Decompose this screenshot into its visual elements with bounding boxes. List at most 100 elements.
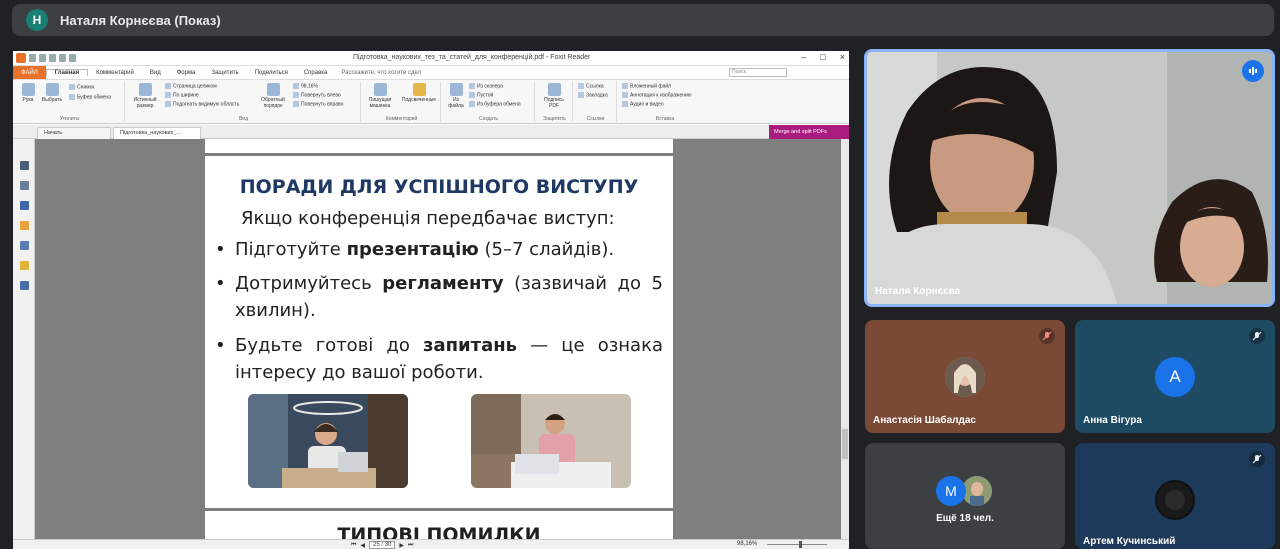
bookmark-button[interactable]: Закладка <box>578 92 608 98</box>
menu-comment[interactable]: Комментарий <box>88 70 142 76</box>
save-icon[interactable] <box>39 54 46 62</box>
security-icon[interactable] <box>20 261 29 270</box>
zoom-select[interactable]: 98,16% <box>293 83 318 89</box>
presenter-photo <box>248 394 408 488</box>
zoom-slider[interactable] <box>767 544 827 545</box>
cursor-icon <box>45 83 59 96</box>
scroll-thumb[interactable] <box>842 429 848 459</box>
tools-group: Рука Выбрать Снимок Буфер обмена Утилиты <box>15 82 125 122</box>
file-tab[interactable]: ФАЙЛ <box>13 66 46 79</box>
tell-me-box[interactable]: Расскажите, что хотите сдел <box>341 70 421 76</box>
actual-size-icon <box>138 83 152 96</box>
participant-name: Анна Вігура <box>1083 415 1142 426</box>
bullet-questions: • Будьте готові до запитань — це ознака … <box>215 335 663 383</box>
next-page-icon[interactable]: ▶ <box>399 542 404 549</box>
muted-mic-icon <box>1039 328 1055 344</box>
more-participants-tile[interactable]: М Ещё 18 чел. <box>865 443 1065 549</box>
menu-protect[interactable]: Защитить <box>203 70 246 76</box>
active-speaker-tile[interactable]: Наталя Корнєєва <box>864 49 1275 307</box>
pdf-page: ПОРАДИ ДЛЯ УСПІШНОГО ВИСТУПУ Якщо конфер… <box>205 156 673 508</box>
menu-form[interactable]: Форма <box>169 70 204 76</box>
participant-name: Артем Кучинський <box>1083 536 1176 547</box>
rotate-left-button[interactable]: Повернуть влево <box>293 92 341 98</box>
last-page-icon[interactable]: ⏭ <box>408 542 413 549</box>
zoom-slider-thumb[interactable] <box>799 541 802 548</box>
shared-screen: Підготовка_наукових_тез_та_статей_для_ко… <box>13 51 849 549</box>
menu-share[interactable]: Поделиться <box>247 70 296 76</box>
bullet-time-limit: • Дотримуйтесь регламенту (зазвичай до 5… <box>215 273 663 321</box>
merge-split-button[interactable]: Merge and split PDFs <box>769 125 849 139</box>
next-pdf-page: ТИПОВІ ПОМИЛКИ <box>205 511 673 539</box>
typewriter-icon <box>373 83 387 96</box>
snapshot-button[interactable]: Снимок <box>69 84 95 90</box>
page-thumbnail-icon[interactable] <box>20 161 29 170</box>
image-annotation-button[interactable]: Аннотация к изображению <box>622 92 692 98</box>
first-page-icon[interactable]: ⏮ <box>351 542 356 549</box>
maximize-icon[interactable]: □ <box>820 52 825 62</box>
redo-icon[interactable] <box>69 54 76 62</box>
hand-button[interactable]: Рука <box>17 82 39 103</box>
search-input[interactable]: Поиск <box>729 68 787 77</box>
menu-home[interactable]: Главная <box>45 69 89 76</box>
minimize-icon[interactable]: – <box>801 52 806 62</box>
attachment-icon[interactable] <box>20 241 29 250</box>
rotate-right-button[interactable]: Повернуть вправо <box>293 101 343 107</box>
reflow-button[interactable]: Обратный порядок <box>259 82 287 109</box>
fit-width-button[interactable]: По ширине <box>165 92 199 98</box>
sign-pdf-button[interactable]: Подпись PDF <box>543 82 565 109</box>
typewriter-button[interactable]: Пишущая машинка <box>365 82 395 109</box>
protect-group: Подпись PDF Защитить <box>537 82 573 122</box>
participant-tile-anastasia[interactable]: Анастасія Шабалдас <box>865 320 1065 433</box>
participant-name: Анастасія Шабалдас <box>873 415 976 426</box>
document-viewer[interactable]: ПОРАДИ ДЛЯ УСПІШНОГО ВИСТУПУ Якщо конфер… <box>35 139 841 539</box>
fit-page-button[interactable]: Страница целиком <box>165 83 217 89</box>
close-icon[interactable]: × <box>840 52 845 62</box>
view-group: Истинный размер Страница целиком По шири… <box>127 82 361 122</box>
audio-level-icon <box>1242 60 1264 82</box>
layers-icon[interactable] <box>20 201 29 210</box>
link-button[interactable]: Ссылка <box>578 83 604 89</box>
clipboard-button[interactable]: Буфер обмена <box>69 94 111 100</box>
bullet-presentation: • Підготуйте презентацію (5–7 слайдів). <box>215 239 615 260</box>
previous-page <box>205 139 673 153</box>
comment-group: Пишущая машинка Подсвеченные Комментарий <box>363 82 441 122</box>
muted-mic-icon <box>1249 451 1265 467</box>
participant-tile-anna[interactable]: А Анна Вігура <box>1075 320 1275 433</box>
print-icon[interactable] <box>49 54 56 62</box>
tab-document[interactable]: Підготовка_наукових_... <box>113 127 201 139</box>
laptop-photo <box>471 394 631 488</box>
more-participants-label: Ещё 18 чел. <box>936 513 994 524</box>
prev-page-icon[interactable]: ◀ <box>360 542 365 549</box>
from-clipboard-button[interactable]: Из буфера обмена <box>469 101 521 107</box>
page-number-input[interactable]: 25 / 30 <box>369 541 396 549</box>
foxit-logo-icon <box>16 53 26 63</box>
participant-avatar <box>945 357 985 397</box>
audio-video-button[interactable]: Аудио и видео <box>622 101 664 107</box>
comments-icon[interactable] <box>20 221 29 230</box>
participant-tile-artem[interactable]: Артем Кучинський <box>1075 443 1275 549</box>
ribbon: Рука Выбрать Снимок Буфер обмена Утилиты… <box>13 79 849 124</box>
select-button[interactable]: Выбрать <box>41 82 63 103</box>
vertical-scrollbar[interactable] <box>841 139 849 539</box>
menu-view[interactable]: Вид <box>142 70 169 76</box>
presenter-avatar: Н <box>26 9 48 31</box>
insert-group: Вложенный файл Аннотация к изображению А… <box>619 82 711 122</box>
navigation-panel <box>13 139 35 539</box>
signature-icon[interactable] <box>20 281 29 290</box>
from-scanner-button[interactable]: Из сканера <box>469 83 503 89</box>
presentation-bar: Н Наталя Корнєєва (Показ) <box>12 4 1274 36</box>
next-slide-title: ТИПОВІ ПОМИЛКИ <box>337 524 541 539</box>
blank-button[interactable]: Пустой <box>469 92 493 98</box>
open-icon[interactable] <box>29 54 36 62</box>
actual-size-button[interactable]: Истинный размер <box>131 82 159 109</box>
speaker-video <box>867 52 1272 304</box>
highlight-button[interactable]: Подсвеченные <box>401 82 437 103</box>
hand-icon <box>21 83 35 96</box>
fit-visible-button[interactable]: Подогнать видимую область <box>165 101 239 107</box>
undo-icon[interactable] <box>59 54 66 62</box>
attach-file-button[interactable]: Вложенный файл <box>622 83 671 89</box>
tab-start[interactable]: Начать <box>37 127 111 139</box>
menu-help[interactable]: Справка <box>296 70 336 76</box>
from-file-button[interactable]: Из файла <box>445 82 467 109</box>
bookmarks-icon[interactable] <box>20 181 29 190</box>
